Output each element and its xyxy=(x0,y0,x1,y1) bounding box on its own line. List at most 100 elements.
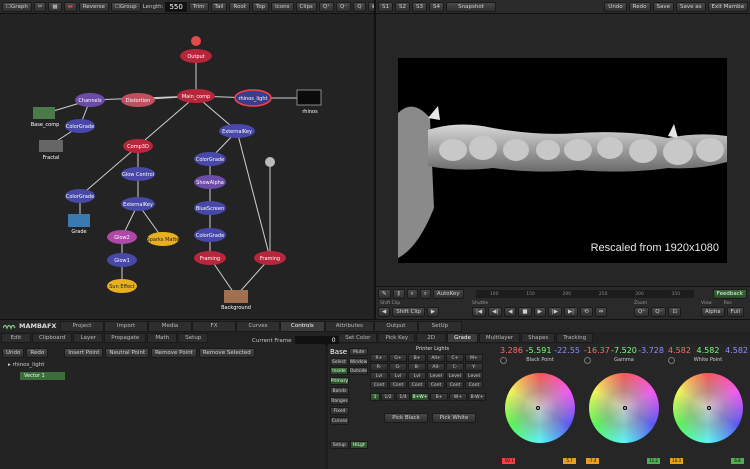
loop-icon[interactable]: ⟲ xyxy=(580,307,593,317)
printer-light-button[interactable]: G- xyxy=(389,363,407,371)
reset-icon[interactable] xyxy=(500,357,507,364)
save-button[interactable]: Save xyxy=(652,1,675,12)
clips-button[interactable]: Clips xyxy=(295,1,317,12)
node-graph[interactable]: Output Main_comp rhinos_light rhinos Cha… xyxy=(0,14,374,319)
printer-light-button[interactable]: Cont xyxy=(370,381,388,389)
window-button[interactable]: Window xyxy=(349,358,368,366)
bw-plus-button[interactable]: B+W+ xyxy=(411,393,429,401)
tab-s4[interactable]: S4 xyxy=(429,1,444,12)
magnify-icon[interactable]: ⌕ xyxy=(406,289,418,299)
printer-light-button[interactable]: Cont xyxy=(465,381,483,389)
fit-icon[interactable]: ⊡ xyxy=(668,307,682,317)
tab-project[interactable]: Project xyxy=(60,320,104,332)
redo-button[interactable]: Redo xyxy=(628,1,651,12)
printer-light-button[interactable]: Cont xyxy=(427,381,445,389)
pen-icon[interactable]: ✎ xyxy=(378,289,391,299)
undo-button[interactable]: Undo xyxy=(604,1,627,12)
printer-light-button[interactable]: M+ xyxy=(465,354,483,362)
last-frame-icon[interactable]: ▶| xyxy=(563,307,579,317)
node-fractal[interactable] xyxy=(39,140,63,152)
timeline-ruler[interactable]: 100 150 200 250 300 350 xyxy=(476,290,694,298)
subtab-multilayer[interactable]: Multilayer xyxy=(478,333,521,343)
w-plus-button[interactable]: W+ xyxy=(449,393,467,401)
zoom-in-timeline-icon[interactable]: Q⁺ xyxy=(634,307,650,317)
tab-fx[interactable]: FX xyxy=(192,320,236,332)
printer-light-button[interactable]: Lvl xyxy=(370,372,388,380)
tab-controls[interactable]: Controls xyxy=(280,320,325,332)
step-1-button[interactable]: 1 xyxy=(370,393,380,401)
step-forward-icon[interactable]: |▶ xyxy=(547,307,562,317)
tab-s2[interactable]: S2 xyxy=(395,1,410,12)
tab-output[interactable]: Output xyxy=(373,320,418,332)
pick-black-button[interactable]: Pick Black xyxy=(384,413,428,423)
printer-light-button[interactable]: Y- xyxy=(465,363,483,371)
redo-action-button[interactable]: Redo xyxy=(26,348,49,358)
tab-media[interactable]: Media xyxy=(148,320,192,332)
full-button[interactable]: Full xyxy=(726,307,745,317)
feedback-button[interactable]: Feedback xyxy=(712,289,747,299)
grid-icon[interactable]: ▦ xyxy=(48,1,62,12)
step-back-icon[interactable]: ◀| xyxy=(488,307,503,317)
printer-light-button[interactable]: C+ xyxy=(446,354,464,362)
zoom-out-icon[interactable]: Q⁻ xyxy=(336,1,352,12)
crosshair-icon[interactable] xyxy=(536,406,540,410)
undo-action-button[interactable]: Undo xyxy=(2,348,25,358)
mute-button[interactable]: Mute xyxy=(349,348,368,356)
layer-tree-item[interactable]: ▸ rhinos_light xyxy=(8,362,44,368)
light-node-icon[interactable] xyxy=(265,157,275,167)
remove-selected-button[interactable]: Remove Selected xyxy=(198,348,255,358)
select-button[interactable]: Select xyxy=(330,358,348,366)
b-w-plus-button[interactable]: B-W+ xyxy=(468,393,486,401)
top-button[interactable]: Top xyxy=(251,1,270,12)
zoom-fit-icon[interactable]: Q xyxy=(353,1,366,12)
viewer-image[interactable]: Rescaled from 1920x1080 xyxy=(398,58,727,263)
printer-light-button[interactable]: Level xyxy=(465,372,483,380)
inside-button[interactable]: Inside xyxy=(330,367,348,375)
subtab-grade[interactable]: Grade xyxy=(447,333,478,343)
subtab-propagate[interactable]: Propagate xyxy=(104,333,147,343)
trim-button[interactable]: Trim xyxy=(188,1,209,12)
node-grade-thumb[interactable] xyxy=(68,214,90,227)
bands-button[interactable]: Bands xyxy=(330,387,349,395)
printer-light-button[interactable]: B- xyxy=(408,363,426,371)
printer-light-button[interactable]: Cont xyxy=(446,381,464,389)
printer-light-button[interactable]: Cont xyxy=(408,381,426,389)
scissors-icon[interactable]: ✂ xyxy=(33,1,47,12)
step-half-button[interactable]: 1/2 xyxy=(381,393,395,401)
tab-s3[interactable]: S3 xyxy=(412,1,427,12)
crosshair-icon[interactable] xyxy=(623,406,627,410)
remove-point-button[interactable]: Remove Point xyxy=(151,348,197,358)
record-icon[interactable]: ▬ xyxy=(63,1,77,12)
snapshot-button[interactable]: Snapshot xyxy=(446,1,496,12)
graph-button[interactable]: ☐ Graph xyxy=(2,1,32,12)
shift-left-button[interactable]: ◀ xyxy=(378,307,391,317)
subtab-2d[interactable]: 2D xyxy=(416,333,447,343)
zoom-out-timeline-icon[interactable]: Q⁻ xyxy=(651,307,667,317)
printer-light-button[interactable]: Level xyxy=(446,372,464,380)
insert-point-button[interactable]: Insert Point xyxy=(64,348,104,358)
autokey-button[interactable]: AutoKey xyxy=(432,289,464,299)
subtab-setup[interactable]: Setup xyxy=(178,333,209,343)
subtab-math[interactable]: Math xyxy=(147,333,178,343)
node-base-comp[interactable] xyxy=(33,107,55,119)
node-background[interactable] xyxy=(224,290,248,303)
reset-icon[interactable] xyxy=(668,357,675,364)
crosshair-icon[interactable] xyxy=(707,406,711,410)
black-point-color-wheel[interactable] xyxy=(505,373,575,443)
tab-curves[interactable]: Curves xyxy=(236,320,280,332)
reset-icon[interactable] xyxy=(584,357,591,364)
printer-light-button[interactable]: R+ xyxy=(370,354,388,362)
printer-light-button[interactable]: R- xyxy=(370,363,388,371)
subtab-layer[interactable]: Layer xyxy=(73,333,104,343)
icons-button[interactable]: Icons xyxy=(271,1,294,12)
ranges-button[interactable]: Ranges xyxy=(330,397,349,405)
printer-light-button[interactable]: C- xyxy=(446,363,464,371)
key-icon[interactable]: ⚷ xyxy=(392,289,405,299)
group-button[interactable]: ☐ Group xyxy=(110,1,141,12)
range-icon[interactable]: ⇔ xyxy=(594,307,608,317)
exit-button[interactable]: Exit Mamba xyxy=(707,1,748,12)
step-quarter-button[interactable]: 1/4 xyxy=(396,393,410,401)
printer-light-button[interactable]: G+ xyxy=(389,354,407,362)
b-plus-button[interactable]: B+ xyxy=(430,393,448,401)
tail-button[interactable]: Tail xyxy=(210,1,228,12)
